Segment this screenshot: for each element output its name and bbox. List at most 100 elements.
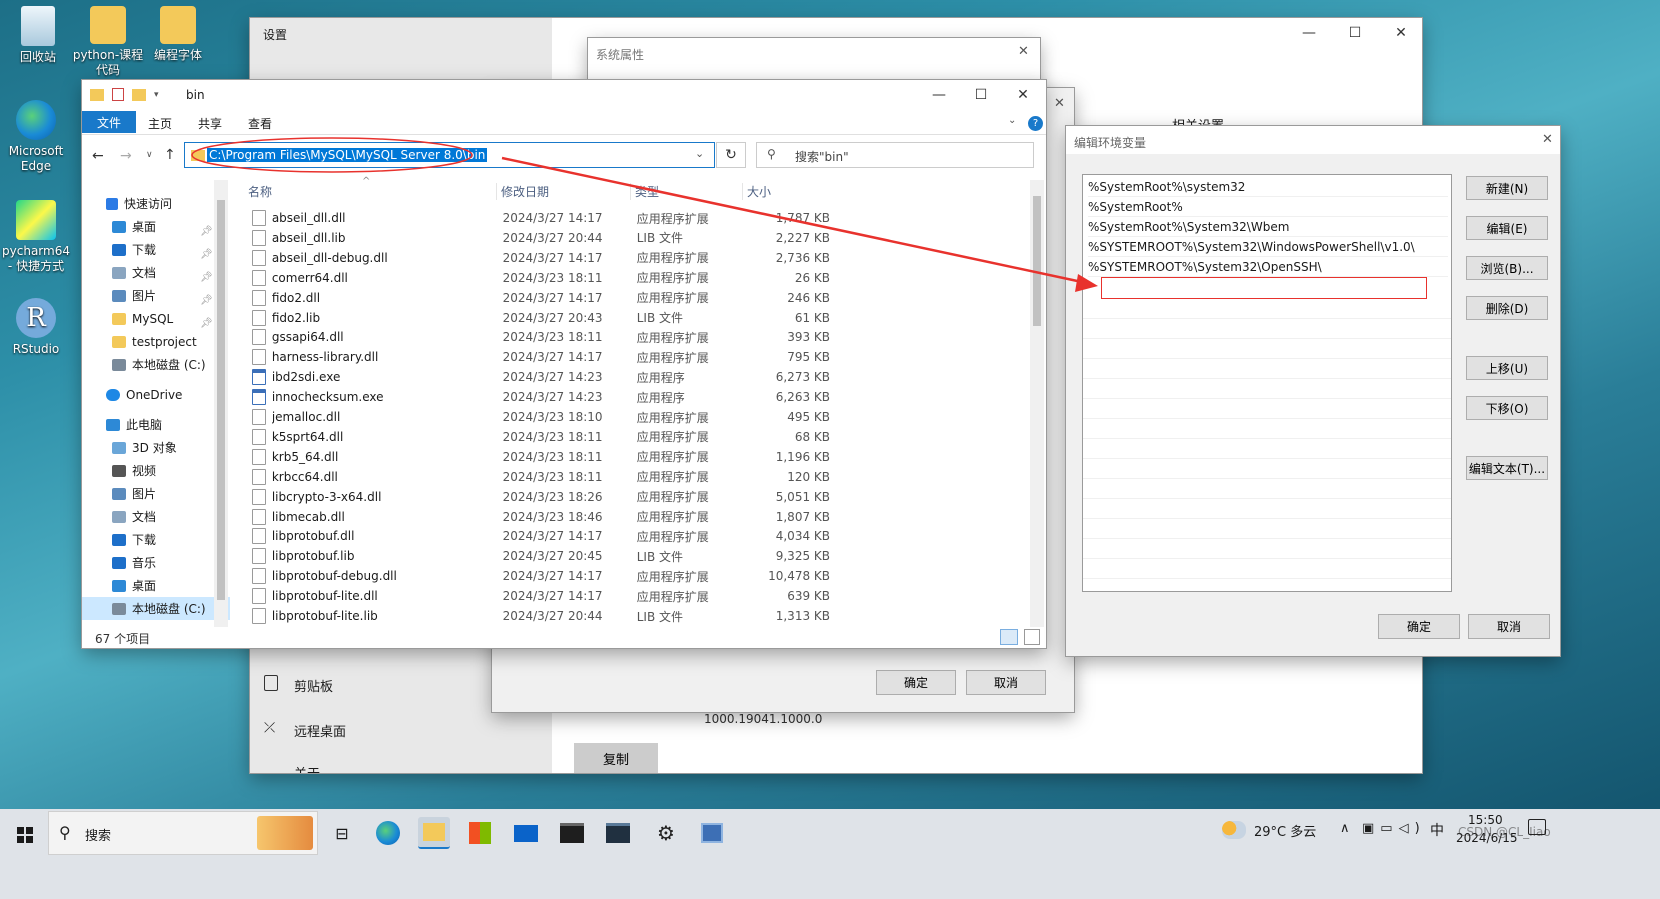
- store-taskbar-icon[interactable]: [464, 817, 496, 849]
- large-icons-view-icon[interactable]: [1024, 629, 1040, 645]
- close-button[interactable]: ✕: [1542, 132, 1553, 147]
- file-row[interactable]: krb5_64.dll 2024/3/23 18:11 应用程序扩展 1,196 KB: [252, 447, 830, 467]
- ribbon-tab-file[interactable]: 文件: [82, 111, 136, 133]
- system-properties-taskbar-icon[interactable]: [696, 817, 728, 849]
- env-entry[interactable]: %SYSTEMROOT%\System32\WindowsPowerShell\…: [1088, 237, 1448, 257]
- desktop-icon-pycharm[interactable]: pycharm64 - 快捷方式: [0, 200, 74, 274]
- scroll-thumb[interactable]: [1033, 196, 1041, 326]
- search-box[interactable]: ⚲ 搜索"bin": [756, 142, 1034, 168]
- ribbon-tab-view[interactable]: 查看: [248, 115, 272, 132]
- desktop-icon-font-folder[interactable]: 编程字体: [140, 6, 216, 63]
- file-row[interactable]: abseil_dll.lib 2024/3/27 20:44 LIB 文件 2,227…: [252, 228, 830, 248]
- file-row[interactable]: fido2.dll 2024/3/27 14:17 应用程序扩展 246 KB: [252, 288, 830, 308]
- edit-button[interactable]: 编辑(E): [1466, 216, 1548, 240]
- settings-taskbar-icon[interactable]: ⚙: [650, 817, 682, 849]
- edit-text-button[interactable]: 编辑文本(T)...: [1466, 456, 1548, 480]
- file-row[interactable]: fido2.lib 2024/3/27 20:43 LIB 文件 61 KB: [252, 308, 830, 328]
- mail-taskbar-icon[interactable]: [510, 817, 542, 849]
- file-row[interactable]: jemalloc.dll 2024/3/23 18:10 应用程序扩展 495 KB: [252, 407, 830, 427]
- env-listbox[interactable]: %SystemRoot%\system32 %SystemRoot% %Syst…: [1082, 174, 1452, 592]
- remote-desktop-nav-item[interactable]: 远程桌面: [294, 721, 346, 740]
- desktop-icon-rstudio[interactable]: R RStudio: [0, 298, 74, 357]
- close-button[interactable]: ✕: [1378, 18, 1424, 48]
- cancel-button[interactable]: 取消: [966, 670, 1046, 695]
- move-up-button[interactable]: 上移(U): [1466, 356, 1548, 380]
- forward-button[interactable]: →: [120, 148, 132, 164]
- file-row[interactable]: innochecksum.exe 2024/3/27 14:23 应用程序 6,263…: [252, 387, 830, 407]
- maximize-button[interactable]: ☐: [1332, 18, 1378, 48]
- column-size[interactable]: 大小: [742, 183, 771, 200]
- file-row[interactable]: gssapi64.dll 2024/3/23 18:11 应用程序扩展 393 KB: [252, 327, 830, 347]
- file-type: 应用程序扩展: [636, 410, 709, 425]
- edge-taskbar-icon[interactable]: [372, 817, 404, 849]
- mysql-shell-taskbar-icon[interactable]: [602, 817, 634, 849]
- tray-icons[interactable]: ▣▭◁): [1362, 821, 1426, 836]
- new-entry-field[interactable]: [1101, 277, 1427, 299]
- minimize-button[interactable]: —: [916, 80, 962, 110]
- ok-button[interactable]: 确定: [876, 670, 956, 695]
- help-icon[interactable]: ?: [1028, 116, 1043, 131]
- ribbon-tab-share[interactable]: 共享: [198, 115, 222, 132]
- browse-button[interactable]: 浏览(B)...: [1466, 256, 1548, 280]
- chevron-up-icon[interactable]: ∧: [1340, 821, 1350, 836]
- clipboard-nav-item[interactable]: 剪贴板: [294, 676, 333, 695]
- ime-indicator[interactable]: 中: [1430, 820, 1444, 840]
- minimize-button[interactable]: —: [1286, 18, 1332, 48]
- desktop-icon-python-folder[interactable]: python-课程代码: [70, 6, 146, 78]
- column-date[interactable]: 修改日期: [496, 183, 549, 200]
- desktop-icon-recycle-bin[interactable]: 回收站: [0, 6, 76, 65]
- maximize-button[interactable]: ☐: [958, 80, 1004, 110]
- file-row[interactable]: comerr64.dll 2024/3/23 18:11 应用程序扩展 26 KB: [252, 268, 830, 288]
- about-nav-item[interactable]: 关于: [294, 763, 320, 773]
- file-row[interactable]: ibd2sdi.exe 2024/3/27 14:23 应用程序 6,273 KB: [252, 367, 830, 387]
- notification-icon[interactable]: [1528, 819, 1546, 835]
- file-row[interactable]: libcrypto-3-x64.dll 2024/3/23 18:26 应用程序扩展…: [252, 487, 830, 507]
- taskbar-search-box[interactable]: ⚲ 搜索: [48, 811, 318, 855]
- move-down-button[interactable]: 下移(O): [1466, 396, 1548, 420]
- recent-locations-icon[interactable]: ∨: [146, 150, 153, 160]
- desktop-icon-edge[interactable]: Microsoft Edge: [0, 100, 74, 174]
- file-row[interactable]: libprotobuf-lite.dll 2024/3/27 14:17 应用程序扩…: [252, 586, 830, 606]
- chevron-down-icon[interactable]: ▾: [154, 90, 159, 100]
- column-type[interactable]: 类型: [630, 183, 659, 200]
- close-button[interactable]: ✕: [1018, 44, 1029, 59]
- file-row[interactable]: libprotobuf.dll 2024/3/27 14:17 应用程序扩展 4,03…: [252, 526, 830, 546]
- env-entry[interactable]: %SystemRoot%\system32: [1088, 177, 1448, 197]
- file-row[interactable]: k5sprt64.dll 2024/3/23 18:11 应用程序扩展 68 KB: [252, 427, 830, 447]
- file-row[interactable]: krbcc64.dll 2024/3/23 18:11 应用程序扩展 120 KB: [252, 467, 830, 487]
- file-row[interactable]: libmecab.dll 2024/3/23 18:46 应用程序扩展 1,807 K…: [252, 507, 830, 527]
- file-row[interactable]: libprotobuf.lib 2024/3/27 20:45 LIB 文件 9,32…: [252, 546, 830, 566]
- ribbon-expand-icon[interactable]: ⌄: [1008, 115, 1016, 126]
- details-view-icon[interactable]: [1000, 629, 1018, 645]
- back-button[interactable]: ←: [92, 148, 104, 164]
- env-entry[interactable]: %SystemRoot%: [1088, 197, 1448, 217]
- task-view-icon[interactable]: ⊟: [326, 817, 358, 849]
- chevron-down-icon[interactable]: ⌄: [695, 147, 704, 160]
- file-row[interactable]: libprotobuf-debug.dll 2024/3/27 14:17 应用程序…: [252, 566, 830, 586]
- file-row[interactable]: abseil_dll.dll 2024/3/27 14:17 应用程序扩展 1,787…: [252, 208, 830, 228]
- start-button[interactable]: [10, 819, 40, 849]
- delete-button[interactable]: 删除(D): [1466, 296, 1548, 320]
- ribbon-tab-home[interactable]: 主页: [148, 115, 172, 132]
- file-name: ibd2sdi.exe: [271, 370, 341, 385]
- file-row[interactable]: harness-library.dll 2024/3/27 14:17 应用程序扩展…: [252, 347, 830, 367]
- cancel-button[interactable]: 取消: [1468, 614, 1550, 639]
- close-button[interactable]: ✕: [1054, 96, 1065, 111]
- column-name[interactable]: 名称: [248, 183, 272, 200]
- file-row[interactable]: abseil_dll-debug.dll 2024/3/27 14:17 应用程序扩…: [252, 248, 830, 268]
- properties-icon[interactable]: [112, 88, 124, 101]
- refresh-button[interactable]: ↻: [716, 142, 746, 168]
- close-button[interactable]: ✕: [1000, 80, 1046, 110]
- terminal-taskbar-icon[interactable]: [556, 817, 588, 849]
- ok-button[interactable]: 确定: [1378, 614, 1460, 639]
- new-folder-icon[interactable]: [132, 88, 146, 101]
- weather-text[interactable]: 29°C 多云: [1254, 821, 1316, 840]
- copy-button[interactable]: 复制: [574, 743, 658, 773]
- new-button[interactable]: 新建(N): [1466, 176, 1548, 200]
- file-scrollbar[interactable]: [1030, 180, 1044, 627]
- env-entry[interactable]: %SystemRoot%\System32\Wbem: [1088, 217, 1448, 237]
- up-button[interactable]: ↑: [164, 147, 176, 163]
- env-entry[interactable]: %SYSTEMROOT%\System32\OpenSSH\: [1088, 257, 1448, 277]
- file-explorer-taskbar-icon[interactable]: [418, 817, 450, 849]
- file-row[interactable]: libprotobuf-lite.lib 2024/3/27 20:44 LIB 文…: [252, 606, 830, 626]
